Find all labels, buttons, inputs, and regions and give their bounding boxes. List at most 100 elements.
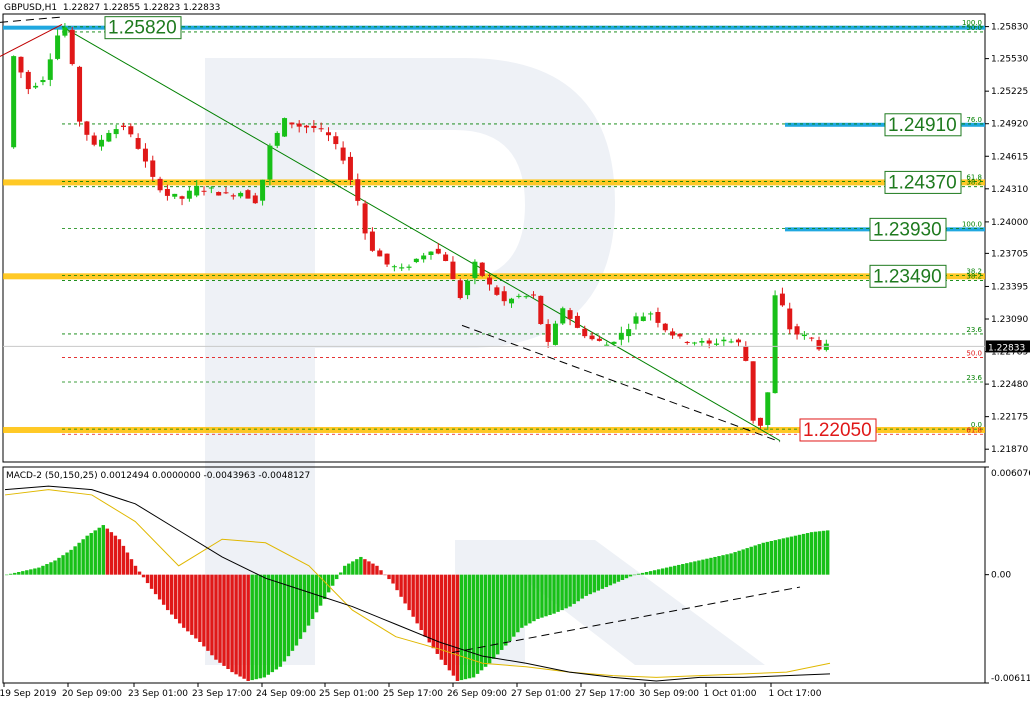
candle-body — [208, 187, 214, 189]
candle-body — [560, 308, 566, 324]
macd-histogram-bar — [335, 574, 339, 580]
macd-histogram-bar — [419, 574, 423, 631]
macd-histogram-bar — [447, 574, 452, 671]
macd-histogram-bar — [77, 542, 81, 575]
time-tick-label: 20 Sep 09:00 — [62, 689, 122, 699]
watermark-logo — [205, 58, 765, 665]
candle-body — [714, 343, 720, 345]
macd-histogram-bar — [725, 554, 729, 575]
level2-0-fib-label: 50.0 — [966, 24, 982, 32]
macd-histogram-bar — [777, 539, 782, 575]
macd-histogram-bar — [431, 574, 436, 649]
level-1-fib-label: 76.0 — [966, 116, 982, 124]
candle-body — [413, 258, 419, 263]
macd-histogram-bar — [282, 574, 287, 662]
macd-histogram-bar — [262, 574, 266, 678]
macd-histogram-bar — [403, 574, 407, 604]
time-tick-label: 25 Sep 01:00 — [319, 689, 379, 699]
candle-body — [450, 261, 456, 280]
macd-histogram-bar — [500, 574, 504, 650]
candle-body — [692, 342, 698, 344]
macd-histogram-bar — [411, 574, 415, 617]
macd-histogram-bar — [652, 570, 657, 575]
macd-histogram-bar — [636, 573, 641, 575]
macd-histogram-bar — [314, 574, 319, 613]
macd-histogram-bar — [278, 574, 283, 667]
macd-histogram-bar — [347, 563, 351, 575]
macd-histogram-bar — [821, 530, 826, 575]
candle-body — [596, 338, 602, 341]
level-label-1.22050: 1.22050 — [803, 420, 872, 441]
macd-histogram-bar — [242, 574, 246, 679]
macd-histogram-bar — [230, 574, 234, 673]
candle-body — [245, 190, 251, 199]
macd-histogram-bar — [729, 553, 733, 575]
candle-body — [765, 392, 771, 426]
macd-histogram-bar — [612, 574, 617, 584]
macd-histogram-bar — [604, 574, 609, 588]
candle-body — [340, 147, 346, 161]
price-tick-label: 1.24310 — [991, 185, 1028, 195]
macd-histogram-bar — [339, 572, 343, 575]
macd-histogram-bar — [540, 574, 544, 618]
macd-histogram-bar — [757, 544, 761, 575]
candle-body — [201, 190, 207, 192]
candle-body — [794, 326, 800, 335]
candle-body — [282, 118, 288, 137]
macd-histogram-bar — [407, 574, 411, 611]
candle-body — [721, 339, 727, 342]
macd-histogram-bar — [737, 550, 741, 575]
macd-histogram-bar — [113, 535, 118, 575]
level2-4-fib-label: 38.2 — [966, 273, 982, 281]
macd-histogram-bar — [234, 574, 238, 675]
candle-body — [655, 311, 661, 323]
price-tick-label: 1.23395 — [991, 282, 1028, 292]
macd-histogram-bar — [246, 574, 250, 681]
level-label-1.24370: 1.24370 — [888, 172, 957, 193]
candle-body — [457, 280, 463, 299]
candle-body — [735, 339, 741, 343]
macd-histogram-bar — [508, 574, 512, 642]
macd-histogram-bar — [459, 574, 464, 681]
macd-histogram-bar — [576, 574, 580, 602]
macd-histogram-bar — [391, 574, 395, 584]
candle-body — [55, 35, 61, 59]
candle-body — [618, 332, 624, 340]
macd-histogram-bar — [210, 574, 214, 656]
macd-histogram-bar — [206, 574, 210, 651]
macd-histogram-bar — [524, 574, 528, 626]
macd-histogram-bar — [351, 561, 355, 575]
price-tick-label: 1.25830 — [991, 23, 1028, 33]
time-tick-label: 1 Oct 01:00 — [704, 689, 757, 699]
price-tick-label: 1.22175 — [991, 413, 1028, 423]
macd-histogram-bar — [53, 560, 57, 575]
gbpusd-chart[interactable]: 100.050.076.061.838.2100.038.238.20.061.… — [0, 0, 1030, 705]
macd-histogram-bar — [57, 557, 61, 575]
current-price-label: 1.22833 — [988, 343, 1025, 353]
candle-body — [99, 139, 105, 147]
macd-histogram-bar — [379, 570, 383, 575]
macd-histogram-bar — [793, 535, 798, 575]
macd-histogram-bar — [801, 533, 806, 575]
macd-histogram-bar — [584, 574, 588, 596]
macd-histogram-bar — [105, 528, 110, 575]
macd-histogram-bar — [536, 574, 540, 619]
macd-histogram-bar — [749, 546, 753, 575]
macd-histogram-bar — [693, 561, 697, 575]
candle-body — [626, 329, 632, 337]
macd-histogram-bar — [765, 541, 770, 575]
candle-body — [545, 324, 551, 342]
candle-body — [428, 251, 434, 255]
price-tick-label: 1.23090 — [991, 315, 1028, 325]
macd-histogram-bar — [773, 540, 778, 575]
macd-histogram-bar — [427, 574, 431, 643]
candle-body — [633, 316, 639, 324]
time-tick-label: 23 Sep 01:00 — [128, 689, 188, 699]
macd-histogram-bar — [65, 552, 69, 575]
macd-histogram-bar — [37, 567, 41, 575]
macd-histogram-bar — [713, 556, 717, 575]
macd-histogram-bar — [133, 565, 138, 575]
candle-body — [809, 337, 815, 339]
macd-histogram-bar — [310, 574, 315, 619]
macd-histogram-bar — [330, 574, 335, 586]
